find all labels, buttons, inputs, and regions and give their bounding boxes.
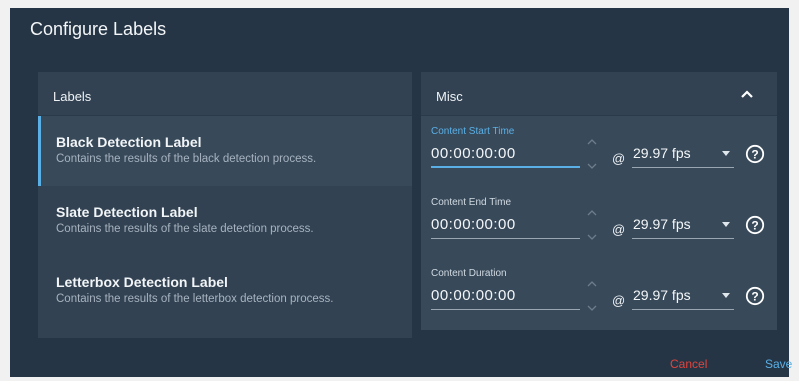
fps-select[interactable]: 29.97 fps bbox=[632, 143, 734, 168]
label-item-letterbox-detection[interactable]: Letterbox Detection Label Contains the r… bbox=[38, 256, 412, 326]
svg-text:?: ? bbox=[751, 218, 758, 232]
content-end-time-label: Content End Time bbox=[431, 197, 512, 208]
collapse-button[interactable] bbox=[739, 86, 755, 102]
fps-select[interactable]: 29.97 fps bbox=[632, 285, 734, 310]
content-duration-row: Content Duration 00:00:00:00 @ 29.97 fps… bbox=[421, 258, 777, 328]
caret-down-icon bbox=[722, 293, 730, 298]
spinner-down-icon[interactable] bbox=[587, 162, 597, 170]
time-spinner bbox=[585, 278, 599, 316]
label-item-slate-detection[interactable]: Slate Detection Label Contains the resul… bbox=[38, 186, 412, 256]
fps-select[interactable]: 29.97 fps bbox=[632, 214, 734, 239]
label-item-description: Contains the results of the slate detect… bbox=[56, 223, 314, 235]
label-item-title: Slate Detection Label bbox=[56, 204, 198, 220]
time-spinner bbox=[585, 207, 599, 245]
svg-text:?: ? bbox=[751, 147, 758, 161]
at-sign: @ bbox=[612, 222, 626, 237]
fps-value: 29.97 fps bbox=[633, 145, 691, 161]
dialog-title: Configure Labels bbox=[30, 19, 167, 39]
fps-value: 29.97 fps bbox=[633, 287, 691, 303]
content-end-time-row: Content End Time 00:00:00:00 @ 29.97 fps… bbox=[421, 187, 777, 257]
caret-down-icon bbox=[722, 151, 730, 156]
at-sign: @ bbox=[612, 151, 626, 166]
labels-panel-header: Labels bbox=[38, 72, 412, 116]
configure-labels-dialog: Configure Labels Labels Black Detection … bbox=[10, 8, 792, 377]
labels-panel: Labels Black Detection Label Contains th… bbox=[38, 72, 412, 338]
cancel-button[interactable]: Cancel bbox=[670, 357, 707, 371]
label-item-black-detection[interactable]: Black Detection Label Contains the resul… bbox=[38, 116, 412, 186]
time-spinner bbox=[585, 136, 599, 174]
label-item-description: Contains the results of the black detect… bbox=[56, 153, 317, 165]
fps-value: 29.97 fps bbox=[633, 216, 691, 232]
label-item-description: Contains the results of the letterbox de… bbox=[56, 293, 334, 305]
misc-panel-header: Misc bbox=[421, 72, 777, 116]
misc-panel: Misc Content Start Time 00:00:00:00 @ 29… bbox=[421, 72, 777, 330]
help-icon[interactable]: ? bbox=[745, 215, 765, 235]
content-start-time-label: Content Start Time bbox=[431, 126, 515, 137]
help-icon[interactable]: ? bbox=[745, 144, 765, 164]
svg-text:?: ? bbox=[751, 289, 758, 303]
spinner-up-icon[interactable] bbox=[587, 209, 597, 217]
spinner-down-icon[interactable] bbox=[587, 233, 597, 241]
save-button[interactable]: Save bbox=[765, 357, 792, 371]
content-start-time-input[interactable]: 00:00:00:00 bbox=[431, 143, 580, 168]
at-sign: @ bbox=[612, 293, 626, 308]
spinner-up-icon[interactable] bbox=[587, 138, 597, 146]
misc-panel-body: Content Start Time 00:00:00:00 @ 29.97 f… bbox=[421, 116, 777, 330]
spinner-up-icon[interactable] bbox=[587, 280, 597, 288]
help-icon[interactable]: ? bbox=[745, 286, 765, 306]
content-end-time-input[interactable]: 00:00:00:00 bbox=[431, 214, 580, 239]
caret-down-icon bbox=[722, 222, 730, 227]
chevron-up-icon bbox=[741, 90, 753, 98]
label-item-title: Black Detection Label bbox=[56, 134, 202, 150]
spinner-down-icon[interactable] bbox=[587, 304, 597, 312]
content-start-time-row: Content Start Time 00:00:00:00 @ 29.97 f… bbox=[421, 116, 777, 186]
content-duration-input[interactable]: 00:00:00:00 bbox=[431, 285, 580, 310]
content-duration-label: Content Duration bbox=[431, 268, 507, 279]
label-item-title: Letterbox Detection Label bbox=[56, 274, 228, 290]
misc-panel-title: Misc bbox=[436, 89, 463, 104]
